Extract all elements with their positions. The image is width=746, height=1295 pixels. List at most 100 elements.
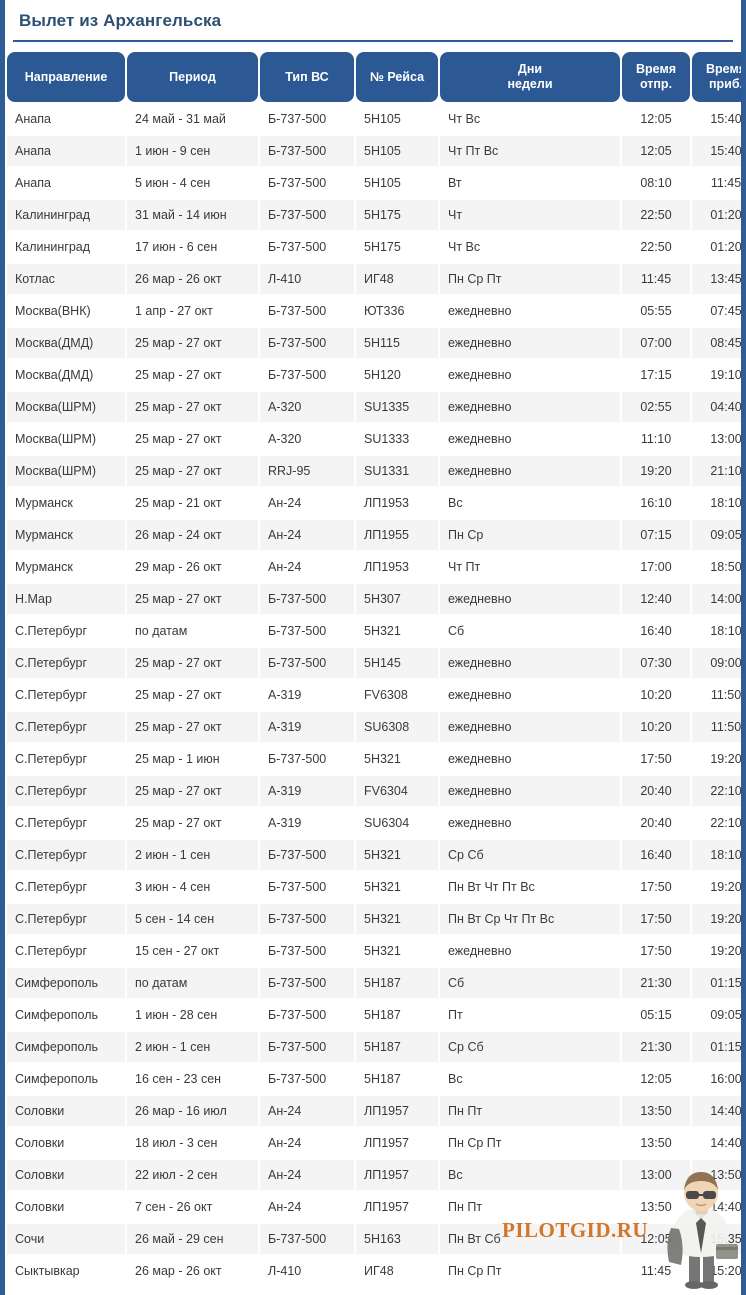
cell-days: Вс: [440, 488, 620, 518]
table-row[interactable]: Москва(ДМД) 25 мар - 27 окт Б-737-500 5Н120…: [7, 360, 741, 390]
cell-arrival: 19:20: [692, 872, 741, 902]
cell-days: Пт: [440, 1000, 620, 1030]
cell-flight: 5Н307: [356, 584, 438, 614]
cell-departure: 20:40: [622, 808, 690, 838]
cell-aircraft: Б-737-500: [260, 1032, 354, 1062]
cell-direction: Калининград: [7, 200, 125, 230]
table-row[interactable]: С.Петербург 25 мар - 27 окт Б-737-500 5Н145…: [7, 648, 741, 678]
table-row[interactable]: Соловки 7 сен - 26 окт Ан-24 ЛП1957 Пн Пт 13:…: [7, 1192, 741, 1222]
cell-direction: С.Петербург: [7, 776, 125, 806]
cell-period: 2 июн - 1 сен: [127, 840, 258, 870]
cell-period: 1 июн - 28 сен: [127, 1000, 258, 1030]
cell-aircraft: Б-737-500: [260, 616, 354, 646]
cell-days: Чт Вс: [440, 232, 620, 262]
cell-arrival: 19:20: [692, 936, 741, 966]
cell-aircraft: А-320: [260, 424, 354, 454]
column-header-direction[interactable]: Направление: [7, 52, 125, 102]
cell-flight: 5Н145: [356, 648, 438, 678]
cell-departure: 05:15: [622, 1000, 690, 1030]
cell-period: 1 апр - 27 окт: [127, 296, 258, 326]
table-row[interactable]: Москва(ВНК) 1 апр - 27 окт Б-737-500 ЮТ336 е…: [7, 296, 741, 326]
column-header-days[interactable]: Дни недели: [440, 52, 620, 102]
table-row[interactable]: Анапа 1 июн - 9 сен Б-737-500 5Н105 Чт Пт Вс…: [7, 136, 741, 166]
cell-period: по датам: [127, 616, 258, 646]
cell-flight: ЮТ336: [356, 296, 438, 326]
cell-direction: Мурманск: [7, 552, 125, 582]
cell-direction: Соловки: [7, 1096, 125, 1126]
table-header: Направление Период Тип ВС № Рейса Дни не…: [7, 52, 741, 102]
cell-aircraft: RRJ-95: [260, 456, 354, 486]
cell-departure: 10:20: [622, 712, 690, 742]
column-header-departure[interactable]: Время отпр.: [622, 52, 690, 102]
column-header-aircraft[interactable]: Тип ВС: [260, 52, 354, 102]
cell-days: Вс: [440, 1160, 620, 1190]
table-row[interactable]: С.Петербург 25 мар - 1 июн Б-737-500 5Н321 е…: [7, 744, 741, 774]
table-row[interactable]: Н.Мар 25 мар - 27 окт Б-737-500 5Н307 ежедне…: [7, 584, 741, 614]
table-row[interactable]: Анапа 24 май - 31 май Б-737-500 5Н105 Чт Вс 1…: [7, 104, 741, 134]
cell-flight: 5Н187: [356, 1000, 438, 1030]
table-row[interactable]: Мурманск 25 мар - 21 окт Ан-24 ЛП1953 Вс 16:1…: [7, 488, 741, 518]
page-title-wrap: Вылет из Архангельска: [5, 0, 741, 34]
table-row[interactable]: Калининград 31 май - 14 июн Б-737-500 5Н175…: [7, 200, 741, 230]
cell-direction: С.Петербург: [7, 616, 125, 646]
table-row[interactable]: С.Петербург 25 мар - 27 окт А-319 FV6308 еже…: [7, 680, 741, 710]
table-row[interactable]: С.Петербург 5 сен - 14 сен Б-737-500 5Н321 П…: [7, 904, 741, 934]
table-row[interactable]: Сыктывкар 26 мар - 26 окт Л-410 ИГ48 Пн Ср П…: [7, 1256, 741, 1286]
cell-days: ежедневно: [440, 712, 620, 742]
table-row[interactable]: Анапа 5 июн - 4 сен Б-737-500 5Н105 Вт 08:10 1…: [7, 168, 741, 198]
table-row[interactable]: Калининград 17 июн - 6 сен Б-737-500 5Н175 Ч…: [7, 232, 741, 262]
column-header-period[interactable]: Период: [127, 52, 258, 102]
table-row[interactable]: С.Петербург 15 сен - 27 окт Б-737-500 5Н321…: [7, 936, 741, 966]
cell-period: 1 июн - 9 сен: [127, 136, 258, 166]
table-row[interactable]: Симферополь 16 сен - 23 сен Б-737-500 5Н187…: [7, 1064, 741, 1094]
table-row[interactable]: С.Петербург 3 июн - 4 сен Б-737-500 5Н321 Пн…: [7, 872, 741, 902]
cell-days: ежедневно: [440, 808, 620, 838]
cell-direction: Анапа: [7, 136, 125, 166]
table-row[interactable]: С.Петербург 25 мар - 27 окт А-319 SU6308 еже…: [7, 712, 741, 742]
cell-days: Пн Пт: [440, 1192, 620, 1222]
cell-aircraft: Б-737-500: [260, 1224, 354, 1254]
cell-direction: Калининград: [7, 232, 125, 262]
table-row[interactable]: С.Петербург 25 мар - 27 окт А-319 SU6304 еже…: [7, 808, 741, 838]
table-row[interactable]: Москва(ШРМ) 25 мар - 27 окт RRJ-95 SU1331 еж…: [7, 456, 741, 486]
table-row[interactable]: С.Петербург 2 июн - 1 сен Б-737-500 5Н321 Ср…: [7, 840, 741, 870]
cell-flight: 5Н163: [356, 1224, 438, 1254]
cell-aircraft: Б-737-500: [260, 648, 354, 678]
table-row[interactable]: Соловки 22 июл - 2 сен Ан-24 ЛП1957 Вс 13:00 1…: [7, 1160, 741, 1190]
cell-aircraft: Б-737-500: [260, 744, 354, 774]
cell-days: Пн Ср Пт: [440, 1256, 620, 1286]
table-row[interactable]: Мурманск 26 мар - 24 окт Ан-24 ЛП1955 Пн Ср 0…: [7, 520, 741, 550]
table-row[interactable]: Москва(ДМД) 25 мар - 27 окт Б-737-500 5Н115…: [7, 328, 741, 358]
cell-aircraft: Ан-24: [260, 1096, 354, 1126]
table-row[interactable]: Москва(ШРМ) 25 мар - 27 окт А-320 SU1335 еже…: [7, 392, 741, 422]
cell-period: 3 июн - 4 сен: [127, 872, 258, 902]
cell-departure: 16:40: [622, 840, 690, 870]
table-row[interactable]: Симферополь 1 июн - 28 сен Б-737-500 5Н187 П…: [7, 1000, 741, 1030]
cell-arrival: 19:10: [692, 360, 741, 390]
table-row[interactable]: Котлас 26 мар - 26 окт Л-410 ИГ48 Пн Ср Пт 11…: [7, 264, 741, 294]
table-body: Анапа 24 май - 31 май Б-737-500 5Н105 Чт Вс 1…: [7, 104, 741, 1286]
cell-direction: Соловки: [7, 1128, 125, 1158]
cell-departure: 16:10: [622, 488, 690, 518]
cell-arrival: 09:00: [692, 648, 741, 678]
column-header-flight[interactable]: № Рейса: [356, 52, 438, 102]
table-row[interactable]: Сочи 26 май - 29 сен Б-737-500 5Н163 Пн Вт С…: [7, 1224, 741, 1254]
cell-aircraft: Л-410: [260, 264, 354, 294]
cell-departure: 17:50: [622, 904, 690, 934]
cell-departure: 17:15: [622, 360, 690, 390]
table-row[interactable]: Мурманск 29 мар - 26 окт Ан-24 ЛП1953 Чт Пт 1…: [7, 552, 741, 582]
table-row[interactable]: С.Петербург 25 мар - 27 окт А-319 FV6304 еже…: [7, 776, 741, 806]
table-row[interactable]: Москва(ШРМ) 25 мар - 27 окт А-320 SU1333 еже…: [7, 424, 741, 454]
table-row[interactable]: Соловки 26 мар - 16 июл Ан-24 ЛП1957 Пн Пт 13…: [7, 1096, 741, 1126]
cell-departure: 12:05: [622, 104, 690, 134]
table-row[interactable]: Соловки 18 июл - 3 сен Ан-24 ЛП1957 Пн Ср Пт…: [7, 1128, 741, 1158]
cell-direction: С.Петербург: [7, 744, 125, 774]
cell-direction: Москва(ДМД): [7, 328, 125, 358]
column-header-arrival[interactable]: Время приб.: [692, 52, 741, 102]
cell-period: 29 мар - 26 окт: [127, 552, 258, 582]
cell-period: 25 мар - 1 июн: [127, 744, 258, 774]
table-row[interactable]: С.Петербург по датам Б-737-500 5Н321 Сб 16:40…: [7, 616, 741, 646]
table-row[interactable]: Симферополь по датам Б-737-500 5Н187 Сб 21:30…: [7, 968, 741, 998]
table-row[interactable]: Симферополь 2 июн - 1 сен Б-737-500 5Н187 Ср…: [7, 1032, 741, 1062]
cell-aircraft: Б-737-500: [260, 904, 354, 934]
